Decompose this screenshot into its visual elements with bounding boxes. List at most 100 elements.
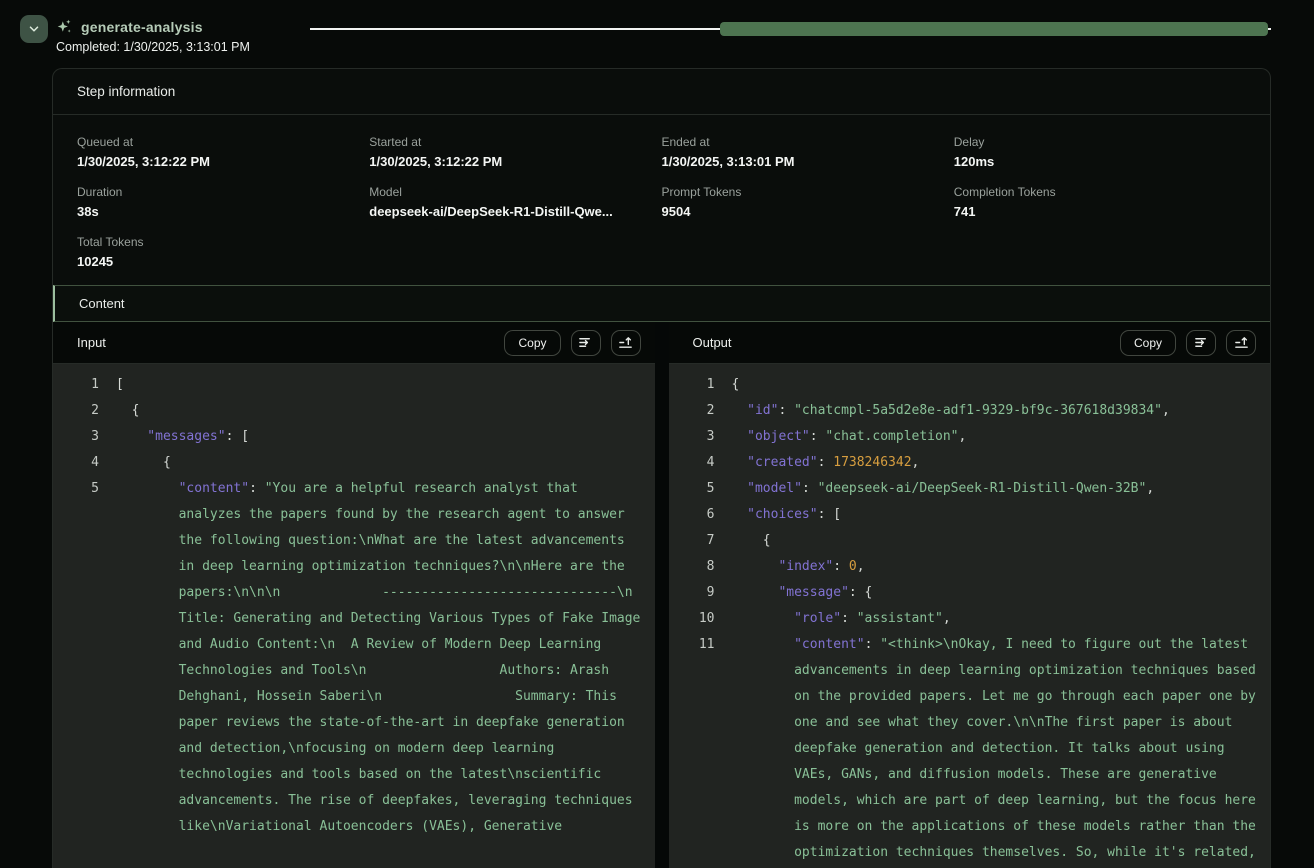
content-title: Content xyxy=(79,296,125,311)
code-line: 11"content": "<think>\nOkay, I need to f… xyxy=(693,632,1257,866)
code-line: 5"model": "deepseek-ai/DeepSeek-R1-Disti… xyxy=(693,476,1257,502)
json-key: "content" xyxy=(179,481,249,496)
info-field: Started at 1/30/2025, 3:12:22 PM xyxy=(369,119,661,169)
panel-title-input: Input xyxy=(77,335,504,350)
code-text: { xyxy=(732,372,1257,398)
line-number: 11 xyxy=(693,632,715,866)
line-number: 1 xyxy=(693,372,715,398)
json-key: "message" xyxy=(778,585,848,600)
json-punct: : xyxy=(833,559,849,574)
output-panel: Output Copy 1{2"i xyxy=(669,322,1271,868)
json-punct: , xyxy=(958,429,966,444)
info-field-label: Completion Tokens xyxy=(954,185,1234,199)
line-number: 8 xyxy=(693,554,715,580)
json-string: "deepseek-ai/DeepSeek-R1-Distill-Qwen-32… xyxy=(818,481,1147,496)
code-text: "role": "assistant", xyxy=(732,606,1257,632)
code-line: 10 "role": "assistant", xyxy=(693,606,1257,632)
info-field-label: Delay xyxy=(954,135,1234,149)
wrap-text-button[interactable] xyxy=(1186,330,1216,356)
code-line: 6"choices": [ xyxy=(693,502,1257,528)
output-code-editor[interactable]: 1{2"id": "chatcmpl-5a5d2e8e-adf1-9329-bf… xyxy=(669,364,1271,868)
json-punct: , xyxy=(1162,403,1170,418)
page-title: generate-analysis xyxy=(81,19,203,35)
code-text: "message": { xyxy=(732,580,1257,606)
scroll-top-button[interactable] xyxy=(611,330,641,356)
info-field-value: deepseek-ai/DeepSeek-R1-Distill-Qwe... xyxy=(369,204,649,219)
json-string: "assistant" xyxy=(857,611,943,626)
json-key: "created" xyxy=(747,455,817,470)
info-field-value: 1/30/2025, 3:13:01 PM xyxy=(662,154,942,169)
info-field-label: Duration xyxy=(77,185,357,199)
info-field: Ended at 1/30/2025, 3:13:01 PM xyxy=(662,119,954,169)
code-line: 8 "index": 0, xyxy=(693,554,1257,580)
input-code-editor[interactable]: 1[2{3"messages": [4{5"content": "You are… xyxy=(53,364,655,868)
info-field-label: Ended at xyxy=(662,135,942,149)
code-line: 4"created": 1738246342, xyxy=(693,450,1257,476)
json-string: "You are a helpful research analyst that… xyxy=(179,481,655,834)
line-number: 7 xyxy=(693,528,715,554)
info-field-value: 38s xyxy=(77,204,357,219)
code-text: "choices": [ xyxy=(732,502,1257,528)
json-punct: : xyxy=(778,403,794,418)
line-number: 5 xyxy=(77,476,99,840)
json-string: "chat.completion" xyxy=(825,429,958,444)
json-string: "<think>\nOkay, I need to figure out the… xyxy=(794,637,1264,860)
info-field-value: 9504 xyxy=(662,204,942,219)
code-text: { xyxy=(732,528,1257,554)
content-section-header[interactable]: Content xyxy=(53,285,1270,322)
code-text: { xyxy=(116,450,641,476)
code-line: 9"message": { xyxy=(693,580,1257,606)
json-key: "content" xyxy=(794,637,864,652)
code-line: 1{ xyxy=(693,372,1257,398)
timeline-bar[interactable] xyxy=(720,22,1268,36)
json-key: "id" xyxy=(747,403,778,418)
section-title: Step information xyxy=(77,84,175,99)
json-punct: : [ xyxy=(818,507,841,522)
info-field: Modeldeepseek-ai/DeepSeek-R1-Distill-Qwe… xyxy=(369,169,661,219)
code-text: [ xyxy=(116,372,641,398)
info-field: Delay 120ms xyxy=(954,119,1246,169)
panel-title-output: Output xyxy=(693,335,1120,350)
json-punct: : xyxy=(841,611,857,626)
info-field-value: 1/30/2025, 3:12:22 PM xyxy=(77,154,357,169)
line-number: 10 xyxy=(693,606,715,632)
wrap-text-icon xyxy=(1194,335,1209,350)
json-punct: { xyxy=(763,533,771,548)
chevron-down-icon xyxy=(27,22,41,36)
json-punct: : xyxy=(802,481,818,496)
wrap-text-icon xyxy=(578,335,593,350)
scroll-top-button[interactable] xyxy=(1226,330,1256,356)
code-line: 4{ xyxy=(77,450,641,476)
json-punct: : [ xyxy=(226,429,249,444)
input-panel-header: Input Copy xyxy=(53,322,655,364)
json-key: "role" xyxy=(794,611,841,626)
code-text: "object": "chat.completion", xyxy=(732,424,1257,450)
code-text: "index": 0, xyxy=(732,554,1257,580)
line-number: 3 xyxy=(693,424,715,450)
code-text: "model": "deepseek-ai/DeepSeek-R1-Distil… xyxy=(732,476,1257,502)
copy-button[interactable]: Copy xyxy=(504,330,560,356)
input-panel: Input Copy 1[2{3" xyxy=(53,322,655,868)
code-line: 2 "id": "chatcmpl-5a5d2e8e-adf1-9329-bf9c… xyxy=(693,398,1257,424)
info-field-label: Total Tokens xyxy=(77,235,357,249)
info-field-label: Queued at xyxy=(77,135,357,149)
line-number: 2 xyxy=(693,398,715,424)
wrap-text-button[interactable] xyxy=(571,330,601,356)
json-punct: : xyxy=(249,481,265,496)
code-text: "content": "<think>\nOkay, I need to fig… xyxy=(732,632,1257,866)
json-punct: : { xyxy=(849,585,872,600)
step-heading: generate-analysis Completed: 1/30/2025, … xyxy=(56,18,250,54)
json-punct: { xyxy=(732,377,740,392)
info-field-label: Started at xyxy=(369,135,649,149)
json-punct: : xyxy=(865,637,881,652)
info-field-value: 120ms xyxy=(954,154,1234,169)
copy-button[interactable]: Copy xyxy=(1120,330,1176,356)
info-field-value: 1/30/2025, 3:12:22 PM xyxy=(369,154,649,169)
code-text: "id": "chatcmpl-5a5d2e8e-adf1-9329-bf9c-… xyxy=(732,398,1257,424)
code-line: 3"messages": [ xyxy=(77,424,641,450)
json-punct: , xyxy=(1146,481,1154,496)
collapse-button[interactable] xyxy=(20,15,48,43)
code-text: "messages": [ xyxy=(116,424,641,450)
json-punct: : xyxy=(818,455,834,470)
info-field: Queued at 1/30/2025, 3:12:22 PM xyxy=(77,119,369,169)
